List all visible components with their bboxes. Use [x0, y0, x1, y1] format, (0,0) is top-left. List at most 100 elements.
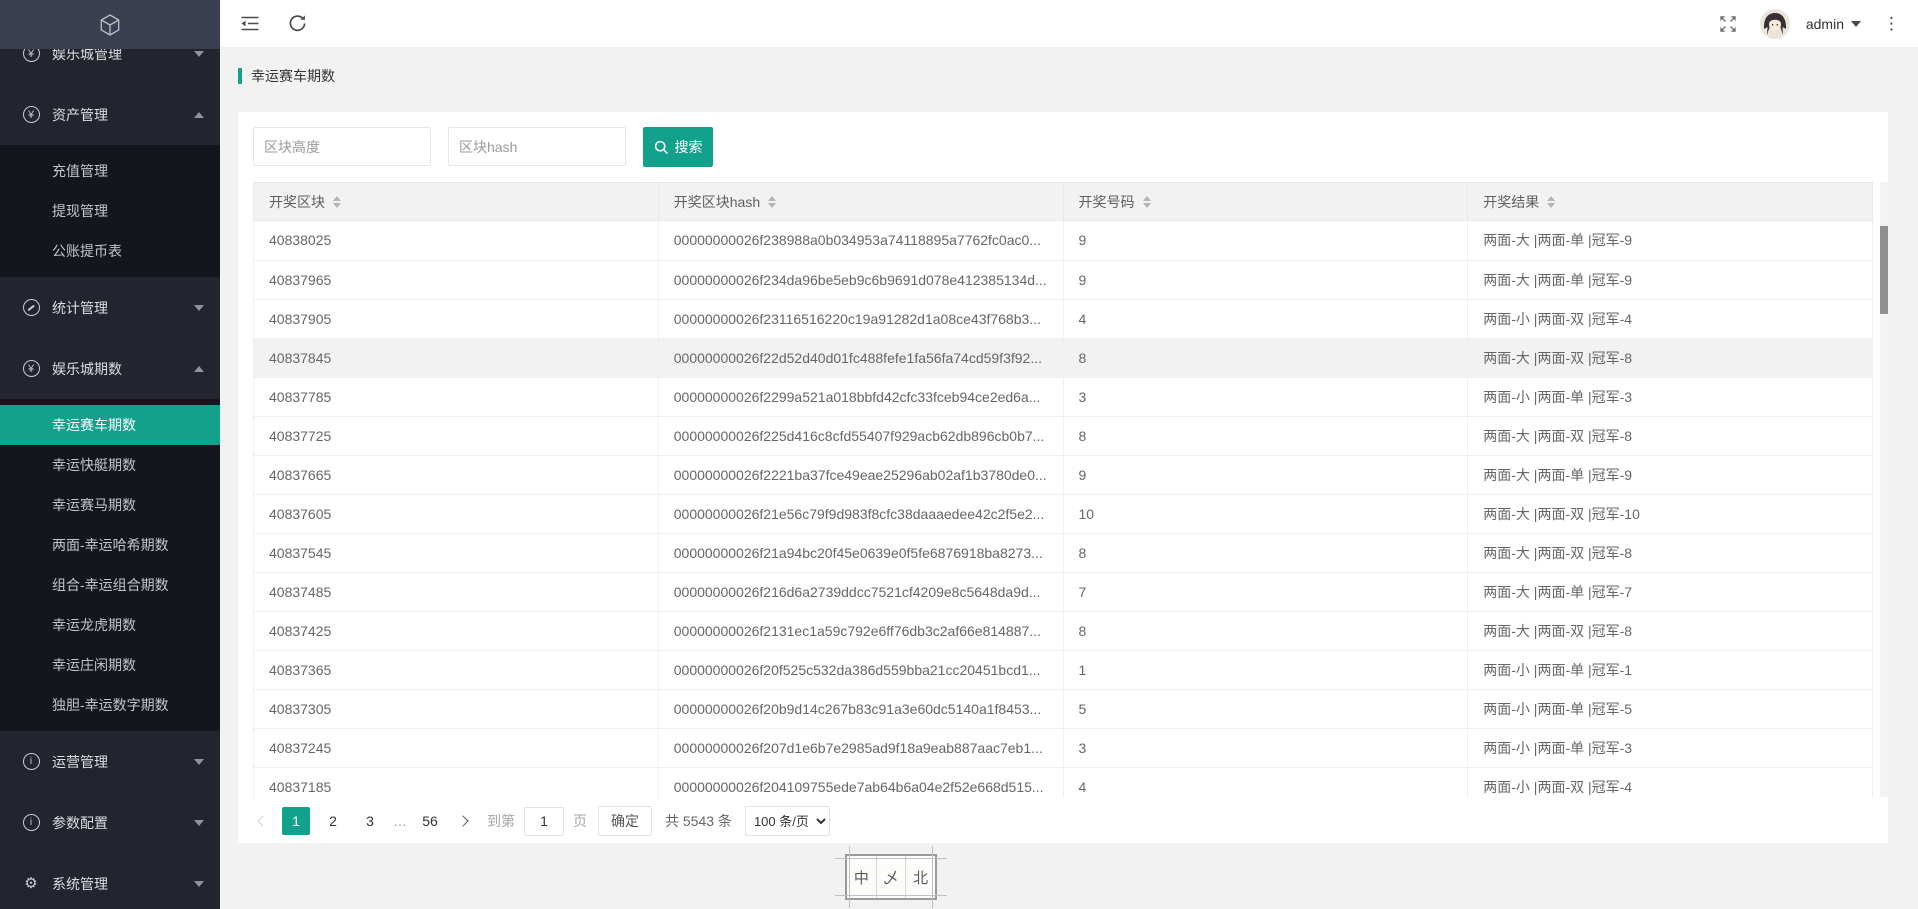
block-hash-input[interactable] — [448, 127, 626, 166]
table-row: 4083730500000000026f20b9d14c267b83c91a3e… — [254, 689, 1873, 728]
cell-hash: 00000000026f2299a521a018bbfd42cfc33fceb9… — [658, 377, 1063, 416]
cell-result: 两面-小 |两面-单 |冠军-3 — [1468, 728, 1873, 767]
fullscreen-button[interactable] — [1718, 14, 1738, 34]
more-options-button[interactable]: ⋮ — [1883, 14, 1900, 34]
sidebar-subitem-3-6[interactable]: 幸运庄闲期数 — [0, 645, 220, 685]
info-circle-icon: i — [22, 814, 40, 831]
sidebar-subitem-3-4[interactable]: 组合-幸运组合期数 — [0, 565, 220, 605]
column-header-1: 开奖区块hash — [658, 183, 1063, 221]
cube-icon — [98, 13, 122, 37]
cell-block: 40837485 — [254, 572, 659, 611]
cell-block: 40837605 — [254, 494, 659, 533]
info-circle-icon: i — [22, 753, 40, 770]
sort-icon[interactable] — [1547, 196, 1555, 208]
cell-number: 9 — [1063, 221, 1468, 260]
chevron-down-icon — [194, 759, 204, 765]
block-height-input[interactable] — [253, 127, 431, 166]
pagination-prev-button[interactable] — [253, 807, 273, 835]
sort-icon[interactable] — [1143, 196, 1151, 208]
logo[interactable] — [0, 0, 220, 49]
yen-circle-icon: ¥ — [22, 106, 40, 123]
chevron-down-icon — [1851, 21, 1861, 27]
page-title: 幸运赛车期数 — [238, 66, 1888, 86]
cell-number: 4 — [1063, 767, 1468, 798]
sidebar-subitem-3-5[interactable]: 幸运龙虎期数 — [0, 605, 220, 645]
cell-number: 3 — [1063, 377, 1468, 416]
refresh-button[interactable] — [288, 14, 307, 33]
page-button-3[interactable]: 3 — [356, 807, 384, 835]
sidebar-item-label: 娱乐城期数 — [52, 359, 194, 379]
table-row: 4083742500000000026f2131ec1a59c792e6ff76… — [254, 611, 1873, 650]
sidebar-subitem-3-0[interactable]: 幸运赛车期数 — [0, 405, 220, 445]
sidebar-item-3[interactable]: ¥娱乐城期数 — [0, 338, 220, 399]
page-button-2[interactable]: 2 — [319, 807, 347, 835]
column-header-label: 开奖号码 — [1079, 192, 1135, 212]
sort-icon[interactable] — [333, 196, 341, 208]
sidebar-subitem-3-3[interactable]: 两面-幸运哈希期数 — [0, 525, 220, 565]
table-row: 4083802500000000026f238988a0b034953a7411… — [254, 221, 1873, 260]
stamp-char-0: 中 — [847, 856, 876, 898]
sidebar-subitem-1-0[interactable]: 充值管理 — [0, 151, 220, 191]
data-card: 搜索 开奖区块 开奖区块hash 开奖号码 开奖结果 4083802500000000… — [238, 112, 1888, 843]
confirm-button[interactable]: 确定 — [598, 806, 652, 836]
fullscreen-icon — [1718, 14, 1738, 34]
table-row: 4083718500000000026f204109755ede7ab64b6a… — [254, 767, 1873, 798]
cell-hash: 00000000026f20f525c532da386d559bba21cc20… — [658, 650, 1063, 689]
user-menu[interactable]: admin — [1806, 16, 1861, 32]
sidebar-subitem-3-7[interactable]: 独胆-幸运数字期数 — [0, 685, 220, 725]
chevron-right-icon — [457, 815, 468, 826]
table-row: 4083736500000000026f20f525c532da386d559b… — [254, 650, 1873, 689]
cell-result: 两面-小 |两面-单 |冠军-5 — [1468, 689, 1873, 728]
pagination-next-button[interactable] — [453, 807, 473, 835]
footer-stamp: 中乄北 — [845, 854, 937, 900]
sidebar-item-label: 参数配置 — [52, 813, 194, 833]
sidebar-item-2[interactable]: 统计管理 — [0, 277, 220, 338]
pagination: 123…56 到第 页 确定 共 5543 条 100 条/页 — [253, 798, 1873, 844]
page-button-56[interactable]: 56 — [416, 807, 444, 835]
cell-result: 两面-小 |两面-双 |冠军-4 — [1468, 299, 1873, 338]
column-header-label: 开奖区块 — [269, 192, 325, 212]
sidebar-submenu-3: 幸运赛车期数幸运快艇期数幸运赛马期数两面-幸运哈希期数组合-幸运组合期数幸运龙虎… — [0, 399, 220, 731]
page-unit-label: 页 — [573, 811, 587, 831]
page-button-1[interactable]: 1 — [282, 807, 310, 835]
cell-number: 10 — [1063, 494, 1468, 533]
sidebar-subitem-3-2[interactable]: 幸运赛马期数 — [0, 485, 220, 525]
sidebar-item-4[interactable]: i运营管理 — [0, 731, 220, 792]
table-row: 4083724500000000026f207d1e6b7e2985ad9f18… — [254, 728, 1873, 767]
avatar[interactable] — [1760, 9, 1790, 39]
table-scrollbar-thumb[interactable] — [1880, 226, 1888, 314]
cell-block: 40837245 — [254, 728, 659, 767]
goto-page-input[interactable] — [524, 807, 564, 836]
column-header-0: 开奖区块 — [254, 183, 659, 221]
topbar: admin ⋮ — [220, 0, 1918, 48]
pagination-pages: 123…56 — [282, 807, 444, 835]
table-row: 4083790500000000026f23116516220c19a91282… — [254, 299, 1873, 338]
cell-block: 40837665 — [254, 455, 659, 494]
search-button[interactable]: 搜索 — [643, 127, 713, 167]
sort-icon[interactable] — [768, 196, 776, 208]
page-size-select[interactable]: 100 条/页 — [745, 806, 830, 836]
column-header-label: 开奖结果 — [1483, 192, 1539, 212]
sidebar-item-6[interactable]: ⚙系统管理 — [0, 853, 220, 909]
cell-result: 两面-小 |两面-双 |冠军-4 — [1468, 767, 1873, 798]
cell-block: 40837305 — [254, 689, 659, 728]
sidebar-subitem-1-1[interactable]: 提现管理 — [0, 191, 220, 231]
chevron-down-icon — [194, 51, 204, 57]
results-table: 开奖区块 开奖区块hash 开奖号码 开奖结果 4083802500000000026… — [253, 182, 1873, 798]
sidebar-item-5[interactable]: i 参数配置 — [0, 792, 220, 853]
cell-result: 两面-小 |两面-单 |冠军-1 — [1468, 650, 1873, 689]
sidebar-item-1[interactable]: ¥资产管理 — [0, 84, 220, 145]
cell-block: 40837425 — [254, 611, 659, 650]
cell-block: 40837785 — [254, 377, 659, 416]
sidebar-subitem-3-1[interactable]: 幸运快艇期数 — [0, 445, 220, 485]
table-row: 4083796500000000026f234da96be5eb9c6b9691… — [254, 260, 1873, 299]
cell-result: 两面-大 |两面-单 |冠军-9 — [1468, 221, 1873, 260]
chevron-down-icon — [194, 820, 204, 826]
collapse-menu-icon — [240, 15, 260, 32]
sidebar-subitem-1-2[interactable]: 公账提币表 — [0, 231, 220, 271]
goto-page-label: 到第 — [487, 811, 515, 831]
search-form: 搜索 — [253, 127, 1873, 167]
cell-block: 40837365 — [254, 650, 659, 689]
collapse-sidebar-button[interactable] — [240, 15, 260, 32]
cell-number: 9 — [1063, 455, 1468, 494]
